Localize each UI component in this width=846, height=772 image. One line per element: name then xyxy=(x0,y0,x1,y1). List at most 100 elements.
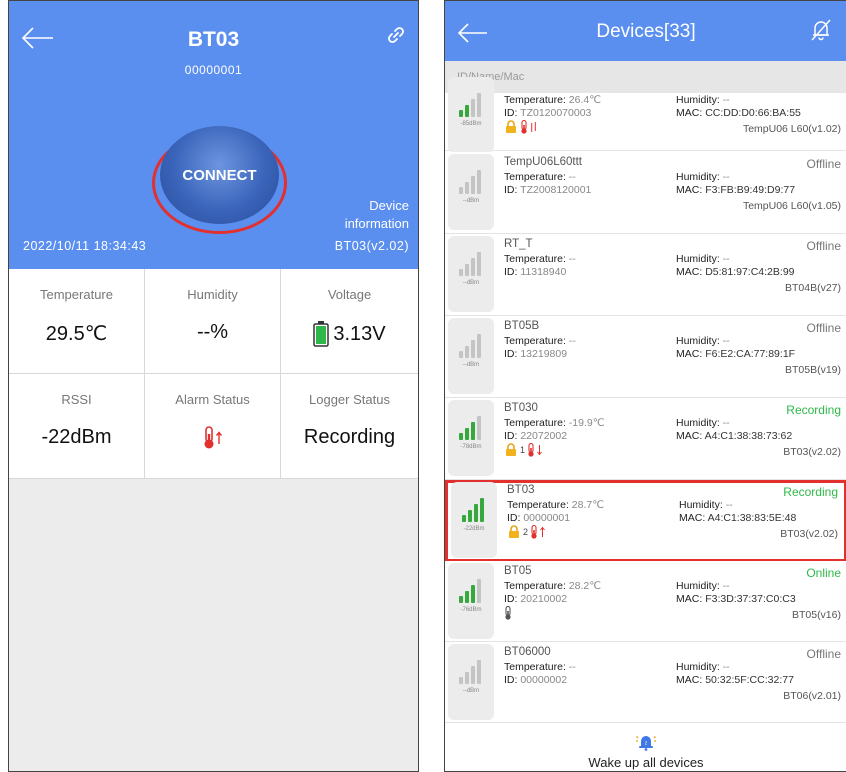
humidity-value: -- xyxy=(722,580,730,592)
rssi-value: -22dBm xyxy=(41,426,112,448)
temperature-label: Temperature xyxy=(504,253,563,265)
device-detail-screen: BT03 00000001 CONNECT Device information… xyxy=(8,0,419,772)
lock-icon xyxy=(506,120,516,133)
signal-bar xyxy=(471,585,475,603)
temperature-row: Temperature: 28.7℃ xyxy=(507,499,605,511)
sensor-grid: Temperature 29.5℃ Humidity --% Voltage 3… xyxy=(9,269,418,479)
humidity-label: Humidity xyxy=(676,253,717,265)
device-list-item[interactable]: --dBm BT05B Temperature: -- ID: 13219809 Hum… xyxy=(445,316,846,398)
device-list-item[interactable]: --dBm BT06000 Temperature: -- ID: 00000002 H… xyxy=(445,642,846,723)
lock-number: 2 xyxy=(523,527,529,537)
id-label: ID xyxy=(507,512,518,524)
id-row: ID: 00000002 xyxy=(504,674,568,686)
humidity-row: Humidity: -- xyxy=(676,94,730,106)
alarm-icons xyxy=(504,119,537,135)
id-value: 00000001 xyxy=(523,512,571,524)
status-badge: Offline xyxy=(806,647,841,661)
mac-row: MAC: A4:C1:38:83:5E:48 xyxy=(679,512,797,524)
mac-row: MAC: D5:81:97:C4:2B:99 xyxy=(676,266,795,278)
signal-bars-icon xyxy=(459,168,483,194)
signal-bars-icon xyxy=(459,91,483,117)
temperature-value: -- xyxy=(568,661,576,673)
model-version: BT03(v2.02) xyxy=(780,528,838,540)
signal-bar xyxy=(474,504,478,522)
rssi-cell: RSSI -22dBm xyxy=(9,374,145,479)
link-icon[interactable] xyxy=(386,25,406,45)
signal-dbm: -22dBm xyxy=(463,526,485,532)
device-information-link[interactable]: Device information xyxy=(345,197,409,233)
humidity-value: -- xyxy=(722,171,730,183)
signal-strength: -76dBm xyxy=(448,563,494,639)
temperature-value: -- xyxy=(568,171,576,183)
signal-bar xyxy=(471,422,475,440)
mac-row: MAC: F6:E2:CA:77:89:1F xyxy=(676,348,796,360)
signal-strength: --dBm xyxy=(448,644,494,720)
humidity-label: Humidity xyxy=(676,94,717,106)
battery-icon xyxy=(313,321,330,347)
signal-bar xyxy=(459,269,463,276)
wake-up-all-button[interactable]: z Wake up all devices xyxy=(445,723,846,771)
mac-value: D5:81:97:C4:2B:99 xyxy=(705,266,795,278)
id-label: ID xyxy=(504,266,515,278)
id-value: TZ0120070003 xyxy=(520,107,592,119)
signal-strength: -85dBm xyxy=(448,77,494,153)
humidity-value: -- xyxy=(722,417,730,429)
signal-bar xyxy=(477,93,481,117)
id-value: 20210002 xyxy=(520,593,568,605)
device-list-item[interactable]: --dBm TempU06L60ttt Temperature: -- ID: TZ2… xyxy=(445,152,846,234)
signal-bar xyxy=(465,346,469,358)
alarm-status-cell: Alarm Status xyxy=(145,374,281,479)
model-version: TempU06 L60(v1.05) xyxy=(742,200,841,212)
humidity-value: -- xyxy=(722,335,730,347)
device-list-item[interactable]: -76dBm BT05 Temperature: 28.2℃ ID: 20210002… xyxy=(445,561,846,642)
status-badge: Recording xyxy=(786,403,841,417)
connect-button[interactable]: CONNECT xyxy=(152,126,287,234)
search-input[interactable] xyxy=(445,61,846,93)
device-list-item[interactable]: --dBm RT_T Temperature: -- ID: 11318940 Humi… xyxy=(445,234,846,316)
id-row: ID: 22072002 xyxy=(504,430,568,442)
status-badge: Offline xyxy=(806,239,841,253)
mac-label: MAC xyxy=(676,107,700,119)
temperature-row: Temperature: -- xyxy=(504,661,576,673)
id-value: 13219809 xyxy=(520,348,568,360)
signal-bars-icon xyxy=(459,414,483,440)
mac-row: MAC: 50:32:5F:CC:32:77 xyxy=(676,674,794,686)
humidity-row: Humidity: -- xyxy=(676,661,730,673)
signal-bar xyxy=(471,258,475,276)
lock-icon xyxy=(506,443,516,456)
signal-bars-icon xyxy=(459,250,483,276)
device-list-screen: Devices[33] -85dBm Temperature: 26.4℃ ID: … xyxy=(444,0,846,772)
mac-row: MAC: F3:FB:B9:49:D9:77 xyxy=(676,184,796,196)
temperature-value: -- xyxy=(568,253,576,265)
humidity-label: Humidity xyxy=(676,580,717,592)
signal-bar xyxy=(471,176,475,194)
signal-bar xyxy=(477,416,481,440)
humidity-row: Humidity: -- xyxy=(676,253,730,265)
lock-number: 1 xyxy=(520,445,526,455)
signal-bar xyxy=(465,264,469,276)
signal-bar xyxy=(468,510,472,522)
voltage-row: 3.13V xyxy=(281,321,418,347)
id-value: 00000002 xyxy=(520,674,568,686)
signal-bar xyxy=(477,334,481,358)
model-version: BT03(v2.02) xyxy=(783,446,841,458)
signal-bars-icon xyxy=(459,658,483,684)
device-list-item[interactable]: -22dBm BT03 Temperature: 28.7℃ ID: 00000001… xyxy=(445,480,846,562)
signal-dbm: --dBm xyxy=(462,280,480,286)
signal-dbm: -76dBm xyxy=(460,607,482,613)
humidity-label: Humidity xyxy=(676,417,717,429)
alarm-icons: 2 xyxy=(507,524,545,540)
mac-label: MAC xyxy=(676,674,700,686)
device-list-item[interactable]: -78dBm BT030 Temperature: -19.9℃ ID: 220720… xyxy=(445,398,846,480)
temperature-row: Temperature: -19.9℃ xyxy=(504,417,605,429)
mac-row: MAC: F3:3D:37:37:C0:C3 xyxy=(676,593,796,605)
mac-row: MAC: A4:C1:38:38:73:62 xyxy=(676,430,793,442)
device-name: BT03 xyxy=(507,484,535,496)
page-title: Devices[33] xyxy=(596,21,696,42)
device-list-item[interactable]: -85dBm Temperature: 26.4℃ ID: TZ0120070003… xyxy=(445,77,846,153)
temperature-row: Temperature: 26.4℃ xyxy=(504,94,602,106)
bell-off-icon[interactable] xyxy=(811,19,831,41)
humidity-label: Humidity xyxy=(676,171,717,183)
id-label: ID xyxy=(504,348,515,360)
signal-strength: --dBm xyxy=(448,236,494,312)
